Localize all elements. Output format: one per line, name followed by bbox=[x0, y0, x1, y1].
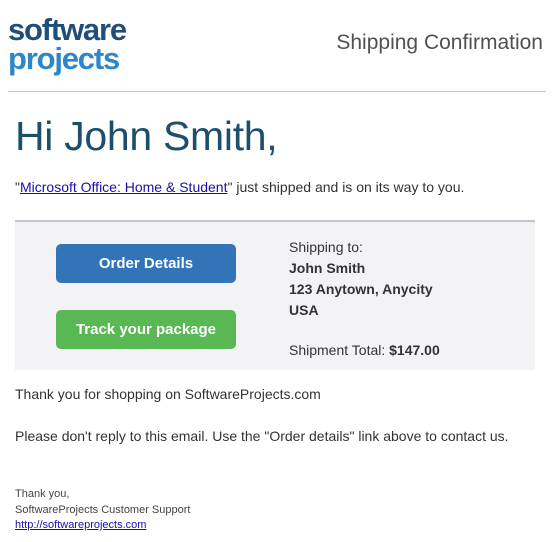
brand-logo: software projects bbox=[8, 14, 158, 76]
recipient-name: John Smith bbox=[289, 260, 366, 276]
header-divider bbox=[8, 91, 546, 92]
logo-line-projects: projects bbox=[8, 40, 120, 76]
recipient-country: USA bbox=[289, 302, 319, 318]
website-link[interactable]: http://softwareprojects.com bbox=[15, 519, 146, 531]
track-package-button[interactable]: Track your package bbox=[56, 310, 236, 349]
product-link[interactable]: Microsoft Office: Home & Student bbox=[20, 179, 228, 195]
signoff-line2: SoftwareProjects Customer Support bbox=[15, 503, 191, 516]
signoff-line1: Thank you, bbox=[15, 488, 70, 500]
order-details-button[interactable]: Order Details bbox=[56, 244, 236, 283]
shipped-message-rest: " just shipped and is on its way to you. bbox=[227, 179, 465, 195]
order-summary-panel: Order Details Track your package Shippin… bbox=[15, 220, 535, 370]
thank-you-message: Thank you for shopping on SoftwareProjec… bbox=[15, 386, 321, 402]
shipped-message: "Microsoft Office: Home & Student" just … bbox=[15, 179, 464, 195]
no-reply-notice: Please don't reply to this email. Use th… bbox=[15, 428, 509, 444]
shipment-total-label: Shipment Total: bbox=[289, 342, 386, 358]
greeting-heading: Hi John Smith, bbox=[15, 113, 278, 159]
email-title: Shipping Confirmation bbox=[336, 31, 543, 54]
signoff-block: Thank you, SoftwareProjects Customer Sup… bbox=[15, 487, 190, 534]
shipping-to-label: Shipping to: bbox=[289, 239, 363, 255]
shipment-total-value: $147.00 bbox=[389, 342, 440, 358]
recipient-address: 123 Anytown, Anycity bbox=[289, 281, 433, 297]
shipment-total: Shipment Total: $147.00 bbox=[289, 342, 440, 358]
shipping-address-block: Shipping to: John Smith 123 Anytown, Any… bbox=[289, 237, 433, 321]
